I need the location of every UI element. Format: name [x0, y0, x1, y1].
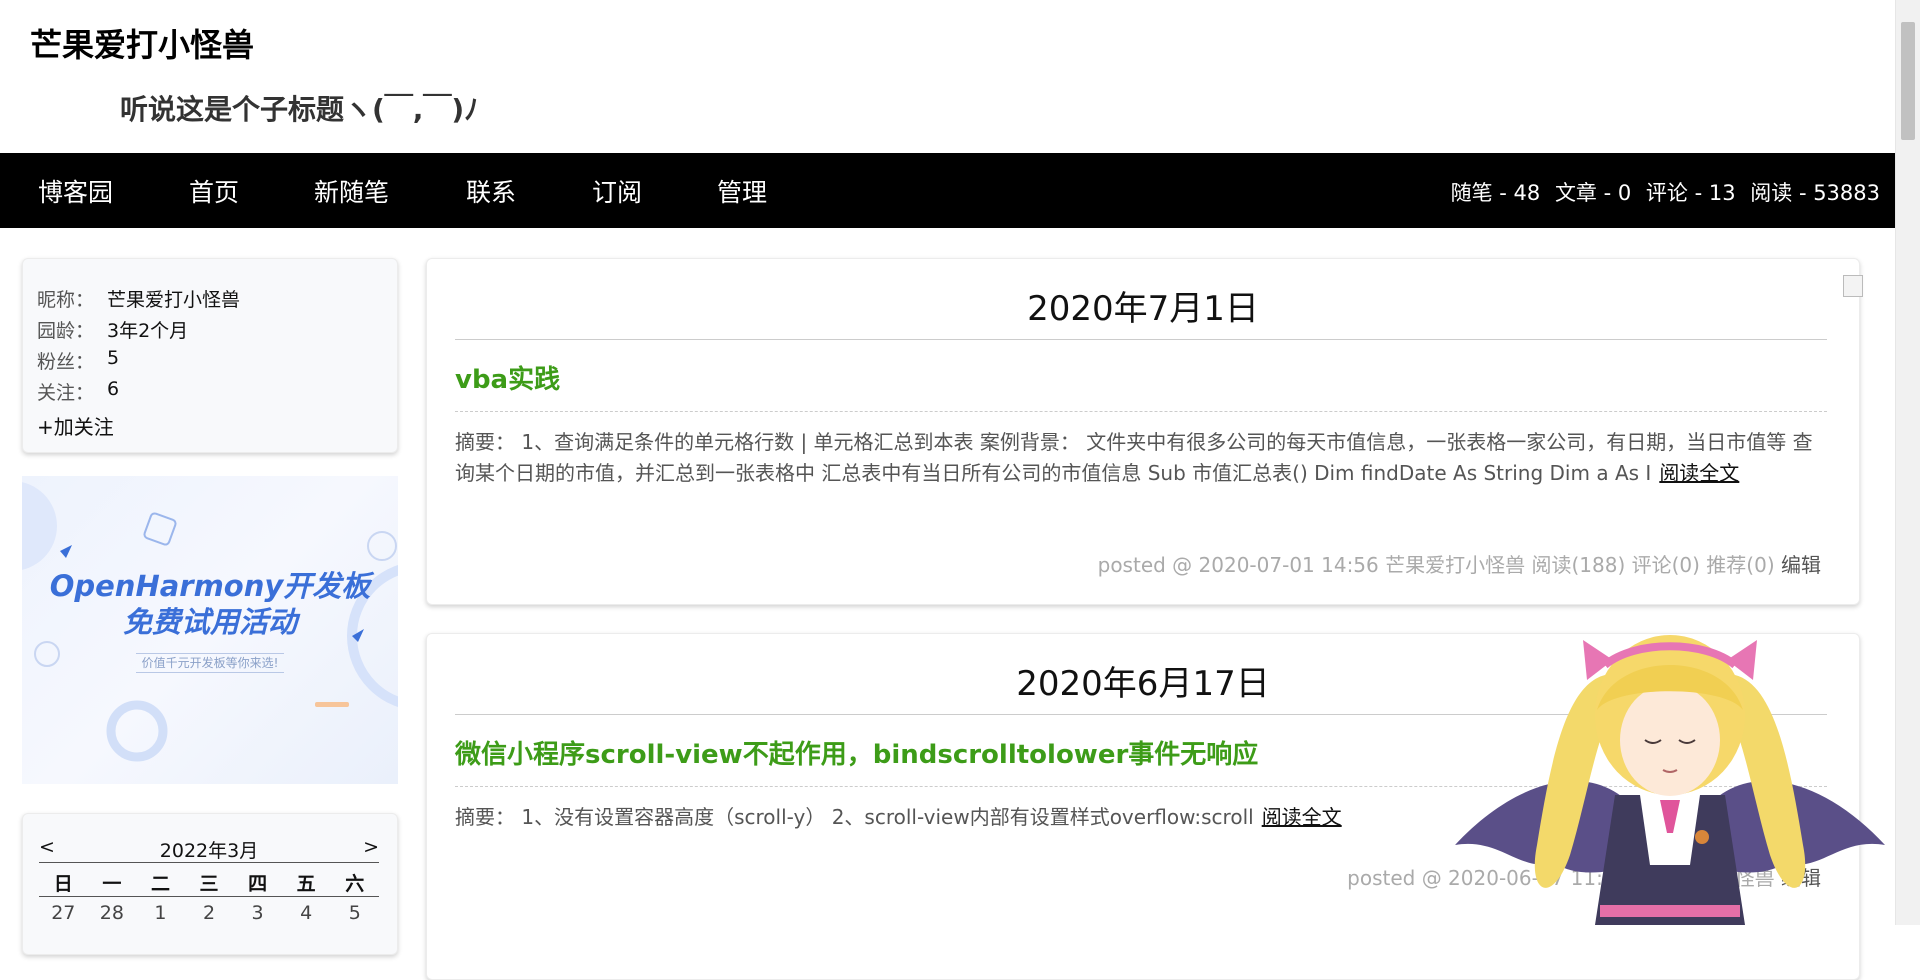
profile-card: 昵称： 芒果爱打小怪兽 园龄： 3年2个月 粉丝： 5 关注： 6 +加关注: [22, 258, 398, 453]
calendar-weekday: 日: [53, 873, 73, 895]
blog-title[interactable]: 芒果爱打小怪兽: [30, 20, 254, 66]
nav-item-subscribe[interactable]: 订阅: [592, 173, 642, 209]
profile-value[interactable]: 6: [107, 378, 119, 400]
calendar-weekday: 五: [296, 873, 316, 895]
calendar-widget: 2022年3月 < > 日 一 二 三 四 五 六 27 28 1 2 3 4 …: [22, 813, 398, 955]
profile-value[interactable]: 芒果爱打小怪兽: [107, 285, 240, 312]
profile-label: 昵称：: [37, 289, 95, 311]
blog-stats: 随笔 - 48 文章 - 0 评论 - 13 阅读 - 53883: [1443, 177, 1880, 207]
calendar-weekday: 二: [150, 873, 170, 895]
calendar-weekday: 四: [248, 873, 268, 895]
post-summary: 摘要： 1、查询满足条件的单元格行数 | 单元格汇总到本表 案例背景： 文件夹中…: [455, 427, 1827, 489]
post-summary-text: 摘要： 1、没有设置容器高度（scroll-y） 2、scroll-view内部…: [455, 805, 1254, 829]
post-dashed-divider: [455, 411, 1827, 412]
calendar-prev-button[interactable]: <: [39, 836, 55, 858]
calendar-day: 28: [99, 902, 124, 924]
calendar-weekday: 三: [199, 873, 219, 895]
profile-label: 粉丝：: [37, 351, 95, 373]
profile-fans: 粉丝： 5: [37, 347, 119, 374]
post-title[interactable]: 微信小程序scroll-view不起作用，bindscrolltolower事件…: [455, 734, 1258, 771]
broken-image-icon: [1843, 275, 1863, 297]
calendar-day: 1: [154, 902, 167, 924]
mascot-character[interactable]: [1455, 605, 1885, 925]
ad-banner[interactable]: OpenHarmony开发板 免费试用活动 价值千元开发板等你来选!: [22, 476, 398, 784]
nav-item-home[interactable]: 首页: [189, 173, 239, 209]
page-scrollbar[interactable]: [1895, 0, 1920, 925]
nav-item-new-post[interactable]: 新随笔: [314, 173, 389, 209]
post-summary-text: 摘要： 1、查询满足条件的单元格行数 | 单元格汇总到本表 案例背景： 文件夹中…: [455, 430, 1813, 485]
ad-title: OpenHarmony开发板 免费试用活动: [22, 568, 398, 640]
calendar-day: 27: [51, 902, 76, 924]
profile-label: 园龄：: [37, 320, 95, 342]
nav-item-cnblogs[interactable]: 博客园: [38, 173, 113, 209]
ad-subtitle-text: 价值千元开发板等你来选!: [135, 653, 285, 673]
profile-nickname: 昵称： 芒果爱打小怪兽: [37, 285, 240, 312]
post-divider: [455, 339, 1827, 340]
post-card: 2020年7月1日 vba实践 摘要： 1、查询满足条件的单元格行数 | 单元格…: [426, 258, 1860, 605]
stat-articles: 文章 - 0: [1554, 181, 1632, 205]
stat-posts: 随笔 - 48: [1450, 181, 1541, 205]
calendar-next-button[interactable]: >: [363, 836, 379, 858]
nav-item-manage[interactable]: 管理: [717, 173, 767, 209]
calendar-day-row: 27 28 1 2 3 4 5: [39, 902, 379, 924]
calendar-divider: [39, 862, 379, 863]
calendar-day: 4: [300, 902, 313, 924]
ad-subtitle: 价值千元开发板等你来选!: [22, 653, 398, 673]
profile-following: 关注： 6: [37, 378, 119, 405]
profile-label: 关注：: [37, 382, 95, 404]
calendar-weekday-row: 日 一 二 三 四 五 六: [39, 869, 379, 896]
calendar-day: 2: [202, 902, 216, 924]
calendar-day: 3: [251, 902, 264, 924]
ad-title-line2: 免费试用活动: [122, 605, 297, 639]
profile-age: 园龄： 3年2个月: [37, 316, 188, 343]
post-date: 2020年7月1日: [1027, 289, 1259, 329]
stat-comments: 评论 - 13: [1645, 181, 1736, 205]
post-meta-text: posted @ 2020-07-01 14:56 芒果爱打小怪兽 阅读(188…: [1097, 553, 1775, 577]
calendar-weekday: 一: [102, 873, 122, 895]
profile-value[interactable]: 5: [107, 347, 119, 369]
post-meta: posted @ 2020-07-01 14:56 芒果爱打小怪兽 阅读(188…: [1098, 549, 1821, 578]
read-more-link[interactable]: 阅读全文: [1262, 805, 1342, 829]
follow-button[interactable]: +加关注: [37, 411, 114, 440]
nav-bar: 博客园 首页 新随笔 联系 订阅 管理 随笔 - 48 文章 - 0 评论 - …: [0, 153, 1895, 228]
calendar-day: 5: [348, 902, 361, 924]
calendar-weekday: 六: [345, 873, 365, 895]
scrollbar-thumb[interactable]: [1901, 22, 1915, 140]
blog-subtitle: 听说这是个子标题ヽ(￣,￣)ﾉ: [120, 93, 479, 126]
edit-link[interactable]: 编辑: [1781, 553, 1821, 577]
nav-item-contact[interactable]: 联系: [466, 173, 516, 209]
ad-title-line1: OpenHarmony开发板: [49, 569, 371, 603]
calendar-divider: [39, 896, 379, 897]
profile-value[interactable]: 3年2个月: [107, 316, 188, 343]
read-more-link[interactable]: 阅读全文: [1659, 461, 1739, 485]
stat-reads: 阅读 - 53883: [1750, 181, 1880, 205]
calendar-month-title: 2022年3月: [159, 840, 259, 862]
blog-header: 芒果爱打小怪兽 听说这是个子标题ヽ(￣,￣)ﾉ: [0, 0, 1896, 153]
post-title[interactable]: vba实践: [455, 359, 560, 396]
